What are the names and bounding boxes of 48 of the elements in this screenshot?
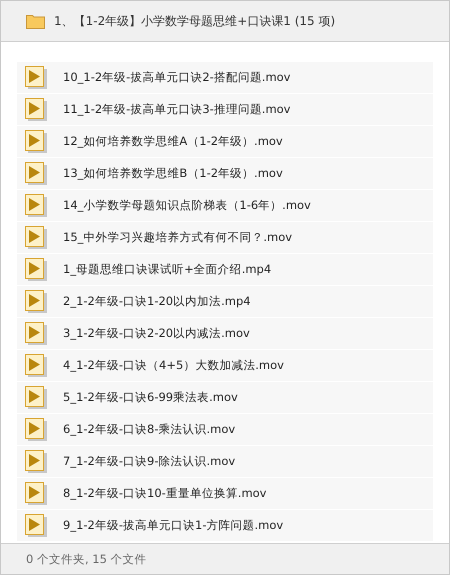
video-file-icon bbox=[25, 194, 47, 217]
video-file-icon bbox=[25, 162, 47, 185]
file-row[interactable]: 6_1-2年级-口诀8-乘法认识.mov bbox=[17, 414, 433, 445]
file-row[interactable]: 11_1-2年级-拔高单元口诀3-推理问题.mov bbox=[17, 94, 433, 125]
file-row[interactable]: 4_1-2年级-口诀（4+5）大数加减法.mov bbox=[17, 350, 433, 381]
video-file-icon bbox=[25, 482, 47, 505]
file-row[interactable]: 7_1-2年级-口诀9-除法认识.mov bbox=[17, 446, 433, 477]
file-row[interactable]: 14_小学数学母题知识点阶梯表（1-6年）.mov bbox=[17, 190, 433, 221]
file-name: 14_小学数学母题知识点阶梯表（1-6年）.mov bbox=[63, 198, 311, 213]
video-file-icon bbox=[25, 418, 47, 441]
file-name: 4_1-2年级-口诀（4+5）大数加减法.mov bbox=[63, 358, 284, 373]
file-name: 2_1-2年级-口诀1-20以内加法.mp4 bbox=[63, 294, 251, 309]
video-file-icon bbox=[25, 450, 47, 473]
file-row[interactable]: 2_1-2年级-口诀1-20以内加法.mp4 bbox=[17, 286, 433, 317]
video-file-icon bbox=[25, 386, 47, 409]
file-row[interactable]: 5_1-2年级-口诀6-99乘法表.mov bbox=[17, 382, 433, 413]
file-row[interactable]: 12_如何培养数学思维A（1-2年级）.mov bbox=[17, 126, 433, 157]
status-text: 0 个文件夹, 15 个文件 bbox=[26, 552, 147, 566]
file-row[interactable]: 10_1-2年级-拔高单元口诀2-搭配问题.mov bbox=[17, 62, 433, 93]
file-row[interactable]: 8_1-2年级-口诀10-重量单位换算.mov bbox=[17, 478, 433, 509]
file-row[interactable]: 1_母题思维口诀课试听+全面介绍.mp4 bbox=[17, 254, 433, 285]
file-name: 12_如何培养数学思维A（1-2年级）.mov bbox=[63, 134, 283, 149]
file-row[interactable]: 9_1-2年级-拔高单元口诀1-方阵问题.mov bbox=[17, 510, 433, 541]
folder-title: 1、【1-2年级】小学数学母题思维+口诀课1 (15 项) bbox=[54, 12, 336, 30]
file-name: 6_1-2年级-口诀8-乘法认识.mov bbox=[63, 422, 236, 437]
file-name: 9_1-2年级-拔高单元口诀1-方阵问题.mov bbox=[63, 518, 284, 533]
video-file-icon bbox=[25, 226, 47, 249]
video-file-icon bbox=[25, 98, 47, 121]
file-row[interactable]: 13_如何培养数学思维B（1-2年级）.mov bbox=[17, 158, 433, 189]
file-name: 11_1-2年级-拔高单元口诀3-推理问题.mov bbox=[63, 102, 290, 117]
file-name: 5_1-2年级-口诀6-99乘法表.mov bbox=[63, 390, 238, 405]
file-name: 15_中外学习兴趣培养方式有何不同？.mov bbox=[63, 230, 292, 245]
video-file-icon bbox=[25, 514, 47, 537]
folder-icon bbox=[26, 13, 45, 29]
file-name: 8_1-2年级-口诀10-重量单位换算.mov bbox=[63, 486, 266, 501]
video-file-icon bbox=[25, 354, 47, 377]
video-file-icon bbox=[25, 290, 47, 313]
file-name: 10_1-2年级-拔高单元口诀2-搭配问题.mov bbox=[63, 70, 290, 85]
file-name: 1_母题思维口诀课试听+全面介绍.mp4 bbox=[63, 262, 272, 277]
file-row[interactable]: 15_中外学习兴趣培养方式有何不同？.mov bbox=[17, 222, 433, 253]
video-file-icon bbox=[25, 66, 47, 89]
video-file-icon bbox=[25, 258, 47, 281]
file-name: 3_1-2年级-口诀2-20以内减法.mov bbox=[63, 326, 250, 341]
file-row[interactable]: 3_1-2年级-口诀2-20以内减法.mov bbox=[17, 318, 433, 349]
video-file-icon bbox=[25, 322, 47, 345]
file-name: 7_1-2年级-口诀9-除法认识.mov bbox=[63, 454, 236, 469]
file-name: 13_如何培养数学思维B（1-2年级）.mov bbox=[63, 166, 283, 181]
video-file-icon bbox=[25, 130, 47, 153]
